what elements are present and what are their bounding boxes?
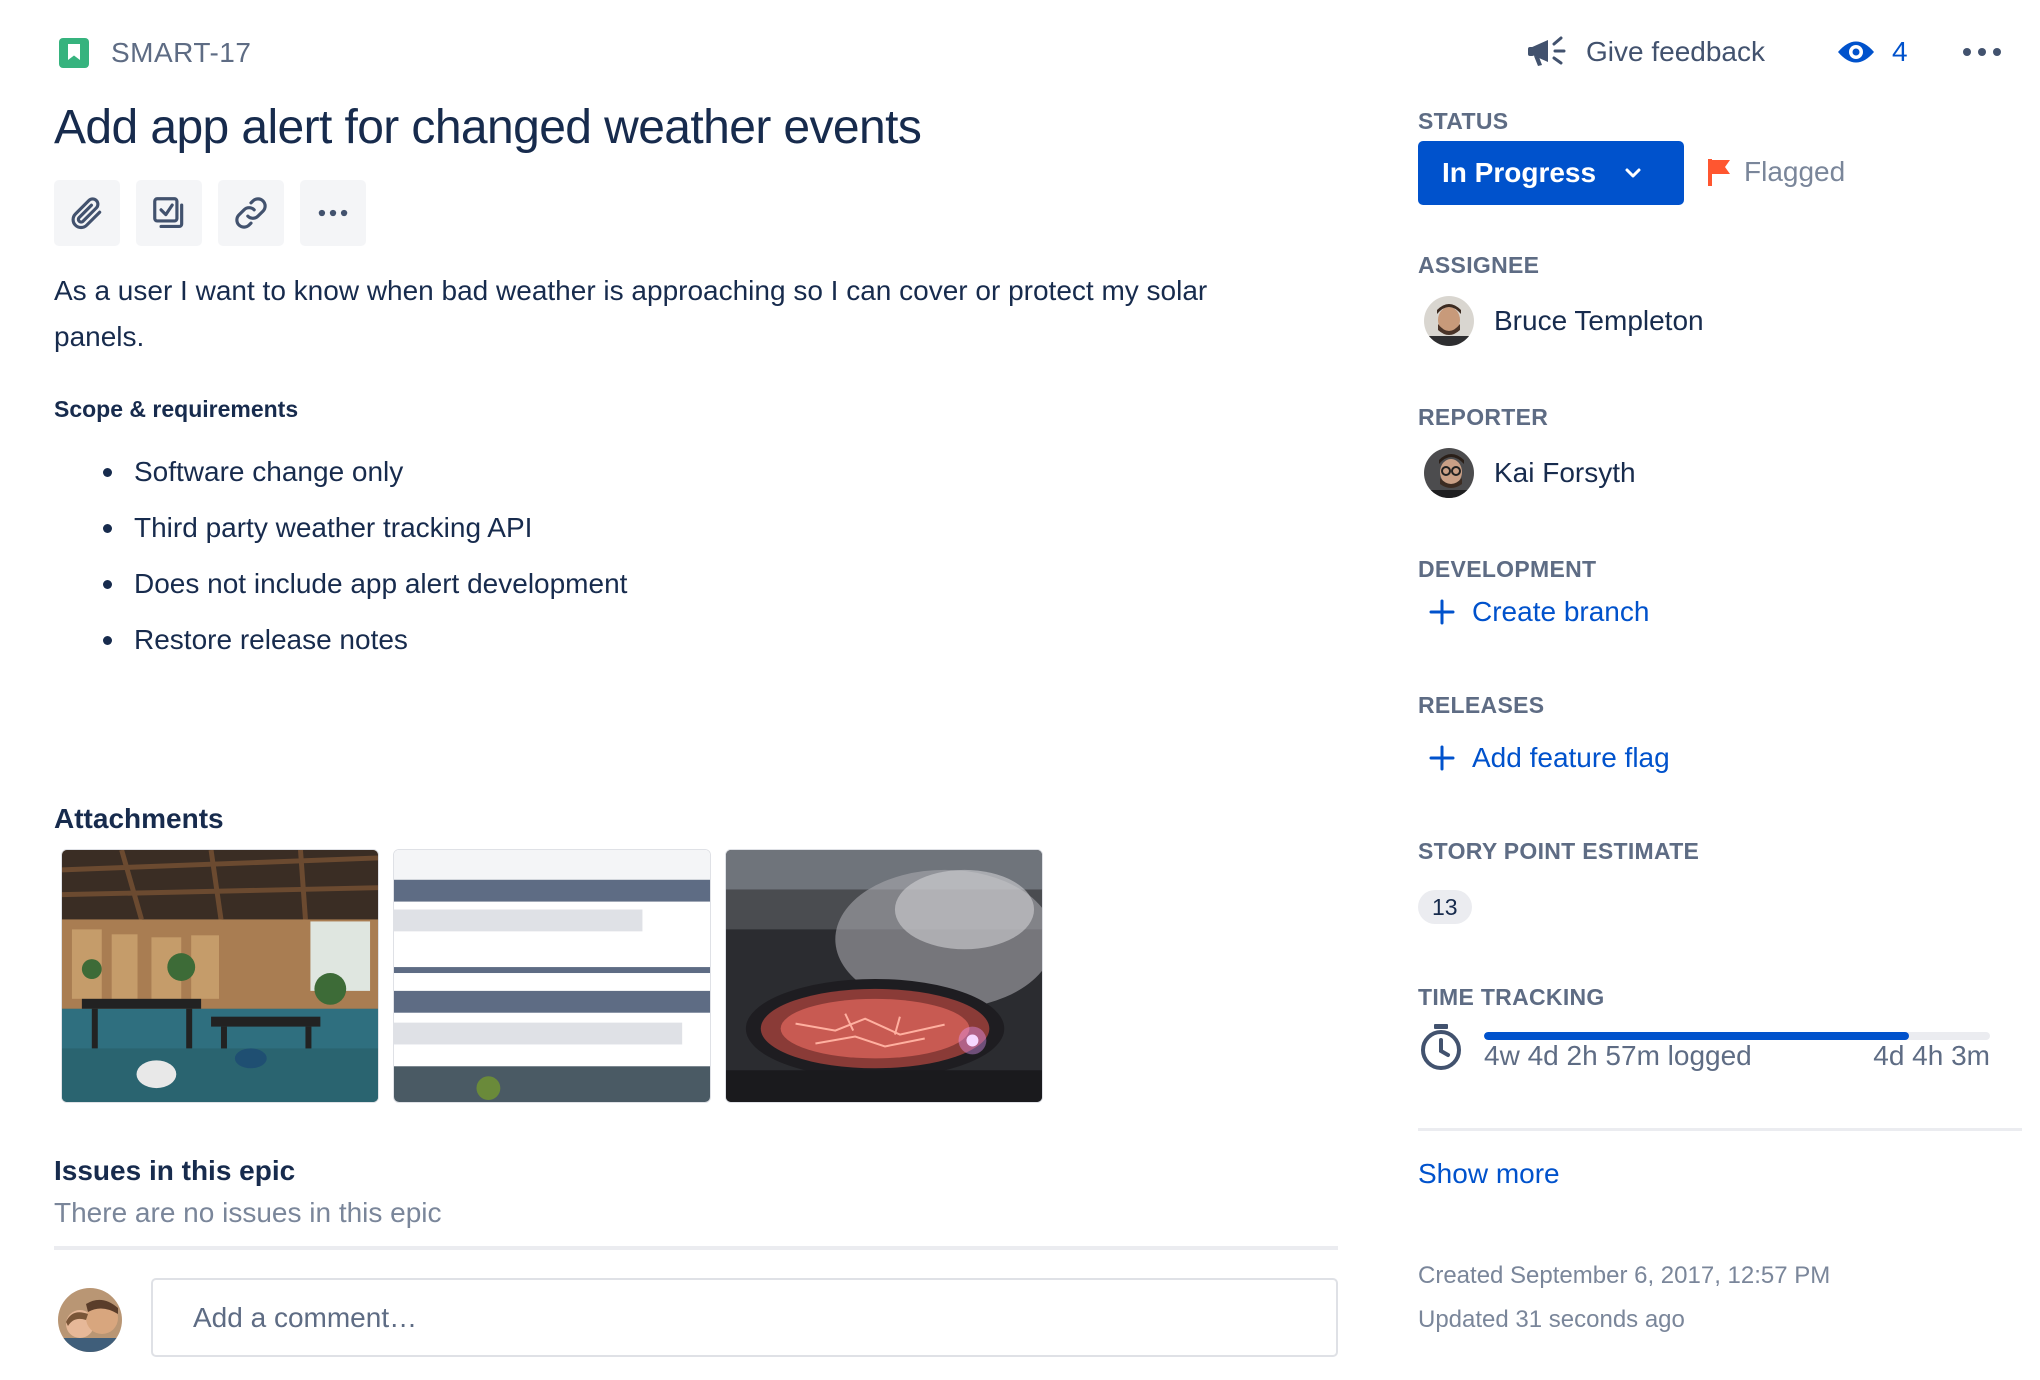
create-branch-label: Create branch	[1472, 596, 1650, 627]
reporter-name: Kai Forsyth	[1494, 457, 1636, 488]
status-value: In Progress	[1442, 157, 1597, 188]
updated-timestamp: Updated 31 seconds ago	[1418, 1306, 1685, 1333]
volcano-crater-thumbnail[interactable]	[725, 849, 1043, 1103]
chevron-down-icon	[1625, 168, 1641, 178]
issue-description[interactable]: As a user I want to know when bad weathe…	[54, 268, 1294, 360]
link-icon	[235, 197, 267, 229]
issue-key[interactable]: SMART-17	[111, 37, 251, 69]
issue-key-breadcrumb[interactable]: SMART-17	[59, 36, 251, 70]
time-tracking-label: TIME TRACKING	[1418, 984, 1605, 1010]
reporter-label: REPORTER	[1418, 404, 1549, 430]
assignee-name: Bruce Templeton	[1494, 305, 1704, 336]
list-item: Restore release notes	[100, 612, 627, 668]
show-more-link[interactable]: Show more	[1418, 1158, 1560, 1190]
story-points-label: STORY POINT ESTIMATE	[1418, 838, 1700, 864]
reporter-field[interactable]: Kai Forsyth	[1424, 448, 1636, 498]
scope-list: Software change only Third party weather…	[100, 444, 627, 668]
flagged-label: Flagged	[1744, 156, 1846, 187]
avatar	[58, 1288, 122, 1352]
more-icon	[318, 209, 348, 217]
create-branch-link[interactable]: Create branch	[1428, 596, 1649, 628]
epic-issues-heading: Issues in this epic	[54, 1155, 296, 1186]
status-label: STATUS	[1418, 108, 1509, 134]
attach-button[interactable]	[54, 180, 120, 246]
story-icon	[59, 38, 89, 68]
assignee-label: ASSIGNEE	[1418, 252, 1540, 278]
office-interior-thumbnail[interactable]	[61, 849, 379, 1103]
flag-icon	[1708, 159, 1730, 186]
comment-input[interactable]: Add a comment…	[151, 1278, 1338, 1357]
app-screenshot-thumbnail[interactable]	[393, 849, 711, 1103]
avatar	[1424, 448, 1474, 498]
list-item: Third party weather tracking API	[100, 500, 627, 556]
eye-icon	[1838, 41, 1874, 63]
stopwatch-icon	[1421, 1024, 1461, 1070]
avatar	[1424, 296, 1474, 346]
subtask-icon	[153, 197, 184, 229]
watchers-button[interactable]: 4	[1836, 32, 1908, 72]
development-label: DEVELOPMENT	[1418, 556, 1597, 582]
time-tracking-bar[interactable]	[1484, 1032, 1990, 1040]
divider	[1418, 1128, 2022, 1131]
issue-summary[interactable]: Add app alert for changed weather events	[54, 100, 922, 155]
list-item: Does not include app alert development	[100, 556, 627, 612]
comment-placeholder: Add a comment…	[193, 1301, 418, 1333]
time-remaining: 4d 4h 3m	[1873, 1040, 1990, 1071]
add-feature-flag-label: Add feature flag	[1472, 742, 1670, 773]
give-feedback-button[interactable]: Give feedback	[1524, 32, 1765, 72]
create-subtask-button[interactable]	[136, 180, 202, 246]
give-feedback-label: Give feedback	[1586, 36, 1765, 67]
story-points-badge[interactable]: 13	[1418, 890, 1472, 924]
time-tracking-progress	[1484, 1032, 1910, 1040]
attachments-heading: Attachments	[54, 803, 224, 834]
flagged-indicator: Flagged	[1706, 152, 1845, 192]
scope-heading: Scope & requirements	[54, 396, 299, 422]
attachments-strip	[61, 849, 1043, 1103]
add-feature-flag-link[interactable]: Add feature flag	[1428, 742, 1670, 774]
plus-icon	[1429, 745, 1455, 771]
assignee-field[interactable]: Bruce Templeton	[1424, 296, 1704, 346]
plus-icon	[1429, 599, 1455, 625]
more-actions-button[interactable]	[300, 180, 366, 246]
created-timestamp: Created September 6, 2017, 12:57 PM	[1418, 1262, 1831, 1289]
attach-icon	[71, 197, 102, 230]
epic-empty-message: There are no issues in this epic	[54, 1197, 442, 1228]
time-logged: 4w 4d 2h 57m logged	[1484, 1040, 1752, 1071]
more-options-button[interactable]	[1960, 32, 2004, 72]
link-issue-button[interactable]	[218, 180, 284, 246]
more-icon	[1963, 48, 2001, 56]
releases-label: RELEASES	[1418, 692, 1545, 718]
watchers-count: 4	[1892, 36, 1908, 67]
list-item: Software change only	[100, 444, 627, 500]
issue-toolbar	[54, 180, 366, 246]
divider	[54, 1246, 1338, 1250]
status-dropdown[interactable]: In Progress	[1418, 141, 1684, 205]
megaphone-icon	[1528, 36, 1566, 66]
